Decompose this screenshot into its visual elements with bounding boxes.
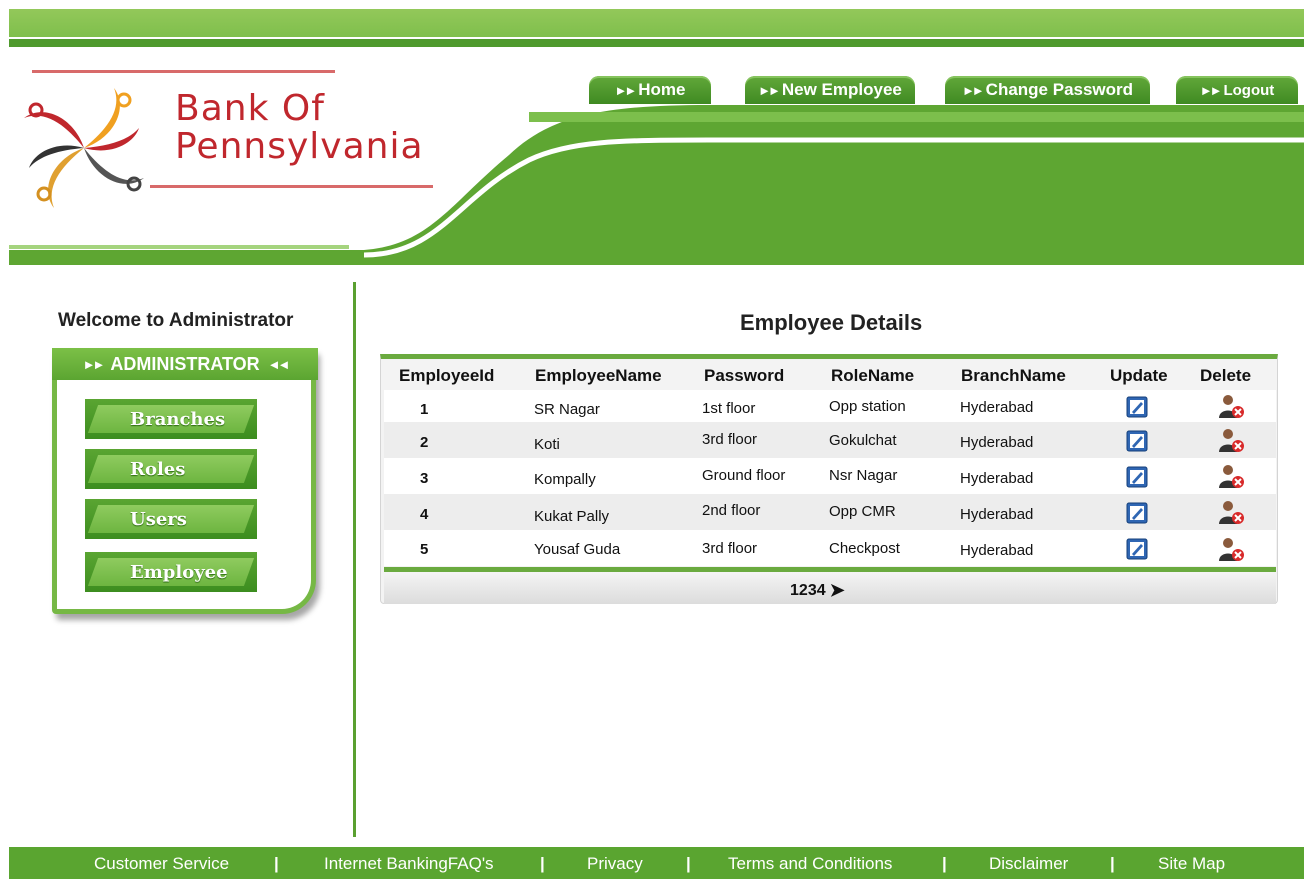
column-header-update: Update [1110, 366, 1168, 385]
sidebar-item-label: Roles [130, 458, 186, 480]
column-header-role-name: RoleName [831, 366, 915, 385]
cell-employee-name: Kompally [534, 471, 596, 488]
double-chevron-right-icon: ►► [82, 356, 106, 372]
sidebar-item-employee[interactable]: Employee [85, 552, 257, 592]
footer-link-privacy[interactable]: Privacy [587, 854, 643, 874]
tab-logout[interactable]: ►► Logout [1176, 76, 1298, 104]
delete-user-icon[interactable] [1217, 428, 1245, 454]
delete-user-icon[interactable] [1217, 464, 1245, 490]
cell-role-name: Opp station [829, 398, 906, 415]
column-header-branch-name: BranchName [961, 366, 1066, 385]
double-chevron-right-icon: ►► [961, 82, 985, 98]
tab-change-password[interactable]: ►► Change Password [945, 76, 1150, 104]
double-chevron-right-icon: ►► [614, 82, 638, 98]
cell-password: 3rd floor [702, 431, 758, 448]
double-chevron-right-icon: ►► [758, 82, 781, 98]
tab-logout-label: Logout [1223, 81, 1275, 99]
cell-branch-name: Hyderabad [960, 542, 1034, 559]
column-header-password: Password [704, 366, 785, 385]
footer-separator: | [540, 854, 545, 873]
sidebar-item-users[interactable]: Users [85, 499, 257, 539]
content-divider [353, 282, 356, 837]
tab-new-employee[interactable]: ►► New Employee [745, 76, 915, 104]
page-link-4[interactable]: 4 [817, 582, 826, 600]
cell-employee-id: 5 [420, 541, 429, 558]
logo-rule-bottom [150, 185, 433, 188]
footer: Customer Service | Internet BankingFAQ's… [9, 847, 1304, 879]
bank-name: Bank Of Pennsylvania [175, 90, 424, 166]
page-link-2[interactable]: 2 [799, 582, 808, 600]
cell-role-name: Checkpost [829, 540, 900, 557]
cell-branch-name: Hyderabad [960, 470, 1034, 487]
sidebar-item-roles[interactable]: Roles [85, 449, 257, 489]
cell-password: 1st floor [702, 400, 756, 417]
double-chevron-left-icon: ◄◄ [267, 356, 291, 372]
bank-name-line1: Bank Of [175, 88, 325, 129]
bank-logo-icon [24, 88, 144, 208]
tab-home-label: Home [638, 80, 686, 99]
edit-icon[interactable] [1126, 430, 1148, 452]
column-header-employee-id: EmployeeId [399, 366, 495, 385]
cell-password: Ground floor [702, 467, 786, 484]
top-bar [9, 9, 1304, 37]
footer-link-customer-service[interactable]: Customer Service [94, 854, 229, 874]
cell-employee-name: Kukat Pally [534, 508, 610, 525]
double-chevron-right-icon: ►► [1199, 82, 1223, 98]
cell-password: 2nd floor [702, 502, 761, 519]
edit-icon[interactable] [1126, 466, 1148, 488]
logo-rule-top [32, 70, 335, 73]
tab-change-password-label: Change Password [985, 80, 1134, 99]
welcome-text: Welcome to Administrator [58, 310, 294, 331]
column-header-delete: Delete [1200, 366, 1252, 385]
cell-branch-name: Hyderabad [960, 434, 1034, 451]
page-link-1[interactable]: 1 [790, 582, 799, 600]
footer-separator: | [274, 854, 279, 873]
delete-user-icon[interactable] [1217, 537, 1245, 563]
edit-icon[interactable] [1126, 538, 1148, 560]
admin-panel-title: ADMINISTRATOR [110, 353, 260, 374]
column-header-employee-name: EmployeeName [535, 366, 662, 385]
admin-panel-header: ►► ADMINISTRATOR ◄◄ [52, 348, 318, 380]
cell-employee-name: SR Nagar [534, 401, 600, 418]
cell-employee-name: Koti [534, 436, 560, 453]
sidebar-item-label: Users [130, 508, 187, 530]
page-link-3[interactable]: 3 [808, 582, 817, 600]
footer-link-disclaimer[interactable]: Disclaimer [989, 854, 1068, 874]
sidebar-item-label: Employee [130, 561, 228, 583]
delete-user-icon[interactable] [1217, 394, 1245, 420]
footer-link-terms[interactable]: Terms and Conditions [728, 854, 892, 874]
next-arrow-icon[interactable]: ➤ [830, 580, 845, 601]
cell-branch-name: Hyderabad [960, 506, 1034, 523]
sidebar-item-branches[interactable]: Branches [85, 399, 257, 439]
page-title: Employee Details [740, 310, 923, 335]
sidebar-item-label: Branches [130, 408, 226, 430]
cell-branch-name: Hyderabad [960, 399, 1034, 416]
cell-employee-id: 3 [420, 470, 429, 487]
cell-employee-id: 2 [420, 434, 429, 451]
cell-role-name: Gokulchat [829, 432, 897, 449]
pagination: 1 2 3 4 ➤ [790, 580, 845, 601]
footer-separator: | [1110, 854, 1115, 873]
tab-home[interactable]: ►► Home [589, 76, 711, 104]
footer-separator: | [686, 854, 691, 873]
cell-employee-id: 4 [420, 506, 429, 523]
edit-icon[interactable] [1126, 502, 1148, 524]
cell-employee-name: Yousaf Guda [534, 541, 621, 558]
tab-new-employee-label: New Employee [781, 80, 902, 99]
cell-role-name: Nsr Nagar [829, 467, 898, 484]
bank-name-line2: Pennsylvania [175, 126, 424, 167]
top-bar-stripe [9, 39, 1304, 47]
footer-separator: | [942, 854, 947, 873]
cell-employee-id: 1 [420, 401, 429, 418]
footer-link-site-map[interactable]: Site Map [1158, 854, 1225, 874]
footer-link-faq[interactable]: Internet BankingFAQ's [324, 854, 494, 874]
cell-role-name: Opp CMR [829, 503, 896, 520]
edit-icon[interactable] [1126, 396, 1148, 418]
delete-user-icon[interactable] [1217, 500, 1245, 526]
cell-password: 3rd floor [702, 540, 758, 557]
